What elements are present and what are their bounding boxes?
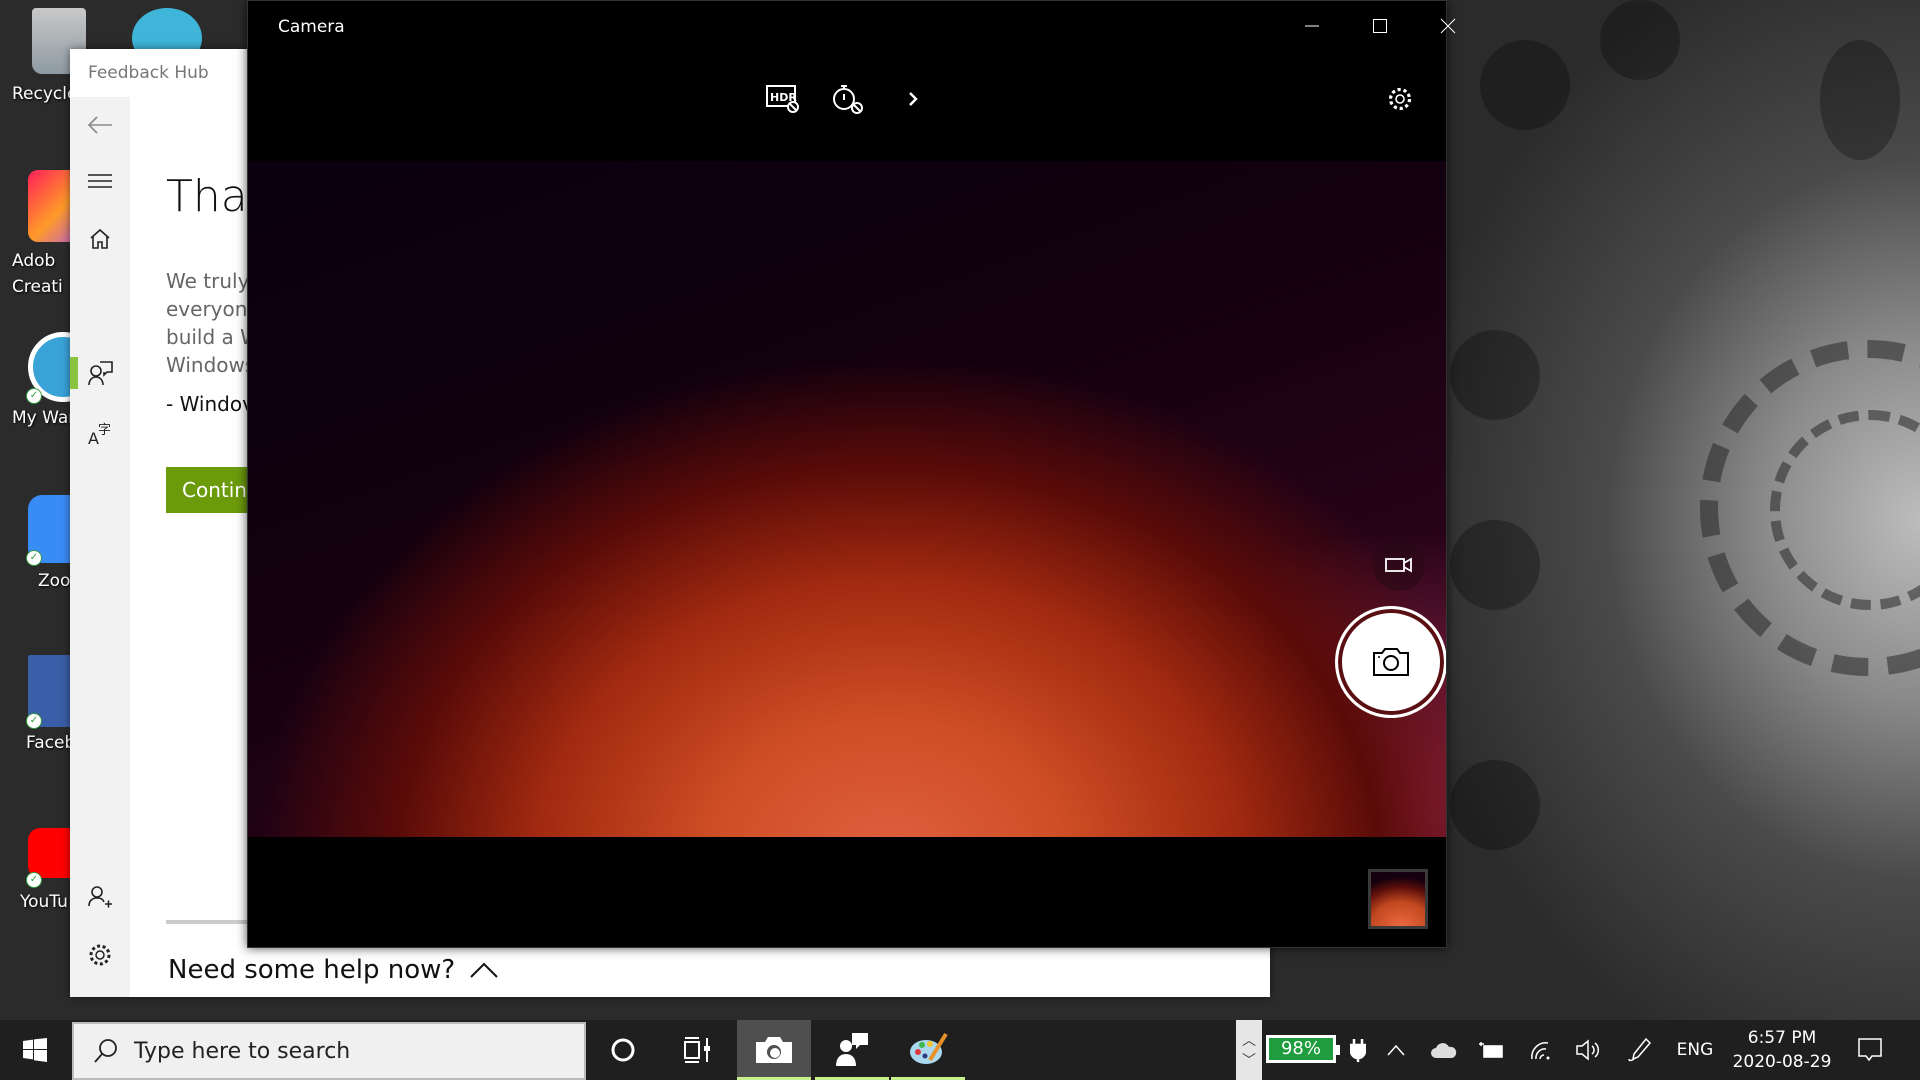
more-options-button[interactable] <box>888 77 938 121</box>
window-title: Camera <box>278 17 345 37</box>
search-box[interactable]: Type here to search <box>72 1022 586 1080</box>
close-button[interactable] <box>1414 1 1482 51</box>
minimize-icon <box>1305 25 1319 27</box>
last-capture-thumbnail[interactable] <box>1368 869 1428 929</box>
gear-icon <box>1388 87 1412 111</box>
taskbar-app-camera[interactable] <box>737 1020 811 1080</box>
sync-check-icon: ✓ <box>26 872 42 888</box>
gear-icon <box>89 944 111 966</box>
nav-rail: A字 <box>70 97 130 997</box>
task-view-icon <box>684 1037 710 1063</box>
maximize-icon <box>1373 19 1387 33</box>
clock[interactable]: 6:57 PM 2020-08-29 <box>1720 1026 1844 1074</box>
feedback-hub-icon <box>836 1033 868 1066</box>
hamburger-icon <box>88 174 112 188</box>
clock-time: 6:57 PM <box>1747 1028 1817 1048</box>
wallpaper-shape <box>1820 40 1900 160</box>
timer-off-icon <box>833 85 863 114</box>
minimize-button[interactable] <box>1278 1 1346 51</box>
camera-settings-button[interactable] <box>1375 77 1425 121</box>
close-icon <box>1440 18 1456 34</box>
camera-app-icon <box>756 1037 792 1063</box>
wallpaper-shape <box>1480 40 1570 130</box>
scroll-down-icon[interactable]: ﹀ <box>1242 1050 1256 1070</box>
scroll-up-icon[interactable]: ︿ <box>1242 1030 1256 1050</box>
take-photo-button[interactable] <box>1335 606 1446 718</box>
nav-announcements[interactable]: A字 <box>70 409 130 457</box>
menu-button[interactable] <box>70 157 130 205</box>
add-person-icon <box>88 886 112 908</box>
battery-saver-icon[interactable] <box>1474 1020 1510 1080</box>
show-hidden-icons-button[interactable] <box>1378 1020 1414 1080</box>
desktop-icon-label: Recycle <box>12 84 78 104</box>
signature: - Windov <box>166 392 254 416</box>
home-icon <box>90 228 110 249</box>
taskbar-app-feedback-hub[interactable] <box>815 1020 889 1080</box>
wallpaper-shape <box>1450 330 1540 420</box>
nav-feedback[interactable] <box>70 349 130 397</box>
camera-window: Camera HDR <box>247 0 1456 948</box>
sync-check-icon: ✓ <box>26 713 42 729</box>
chevron-right-icon <box>909 92 918 106</box>
camera-preview <box>248 161 1446 837</box>
language-icon: A字 <box>88 423 111 446</box>
cortana-button[interactable] <box>586 1020 660 1080</box>
wallpaper-shape <box>1600 0 1680 80</box>
window-title: Feedback Hub <box>88 63 209 83</box>
svg-text:字: 字 <box>98 423 111 438</box>
chevron-up-icon <box>1387 1044 1405 1056</box>
hdr-off-icon: HDR <box>766 85 799 113</box>
taskbar: Type here to search ︿ ﹀ 98% ENG 6:57 PM … <box>0 1020 1920 1080</box>
volume-icon[interactable] <box>1570 1020 1606 1080</box>
help-expander[interactable]: Need some help now? <box>168 955 499 985</box>
hdr-toggle[interactable]: HDR <box>758 77 808 121</box>
notification-icon <box>1858 1038 1882 1062</box>
action-center-button[interactable] <box>1850 1020 1890 1080</box>
nav-home[interactable] <box>70 215 130 263</box>
chevron-up-icon <box>470 962 498 978</box>
help-label: Need some help now? <box>168 955 456 985</box>
back-button[interactable] <box>70 101 130 149</box>
back-arrow-icon <box>87 116 112 134</box>
timer-toggle[interactable] <box>823 77 873 121</box>
start-button[interactable] <box>0 1020 70 1080</box>
input-language[interactable]: ENG <box>1670 1020 1720 1080</box>
windows-logo-icon <box>23 1038 47 1062</box>
tray-scroll[interactable]: ︿ ﹀ <box>1236 1020 1262 1080</box>
wifi-icon[interactable] <box>1522 1020 1558 1080</box>
battery-indicator[interactable]: 98% <box>1266 1035 1340 1063</box>
add-account-button[interactable] <box>70 873 130 921</box>
settings-button[interactable] <box>70 931 130 979</box>
sync-check-icon: ✓ <box>26 388 42 404</box>
video-camera-icon <box>1385 557 1412 573</box>
maximize-button[interactable] <box>1346 1 1414 51</box>
desktop-icon-label: YouTu <box>20 892 68 912</box>
sync-check-icon: ✓ <box>26 550 42 566</box>
video-mode-button[interactable] <box>1373 539 1425 591</box>
search-placeholder: Type here to search <box>134 1038 351 1064</box>
cortana-icon <box>611 1038 635 1062</box>
wallpaper-shape <box>1450 520 1540 610</box>
desktop-icon-label: Adob Creati <box>12 251 63 297</box>
onedrive-icon[interactable] <box>1426 1020 1462 1080</box>
taskbar-app-paint-3d[interactable] <box>891 1020 965 1080</box>
feedback-icon <box>88 361 113 386</box>
clock-date: 2020-08-29 <box>1732 1052 1832 1072</box>
task-view-button[interactable] <box>660 1020 734 1080</box>
camera-icon <box>1373 648 1409 676</box>
wallpaper-shape <box>1450 760 1540 850</box>
power-plugged-icon[interactable] <box>1346 1020 1370 1080</box>
windows-ink-icon[interactable] <box>1622 1020 1658 1080</box>
search-icon <box>94 1039 117 1063</box>
paint-palette-icon <box>910 1032 948 1064</box>
